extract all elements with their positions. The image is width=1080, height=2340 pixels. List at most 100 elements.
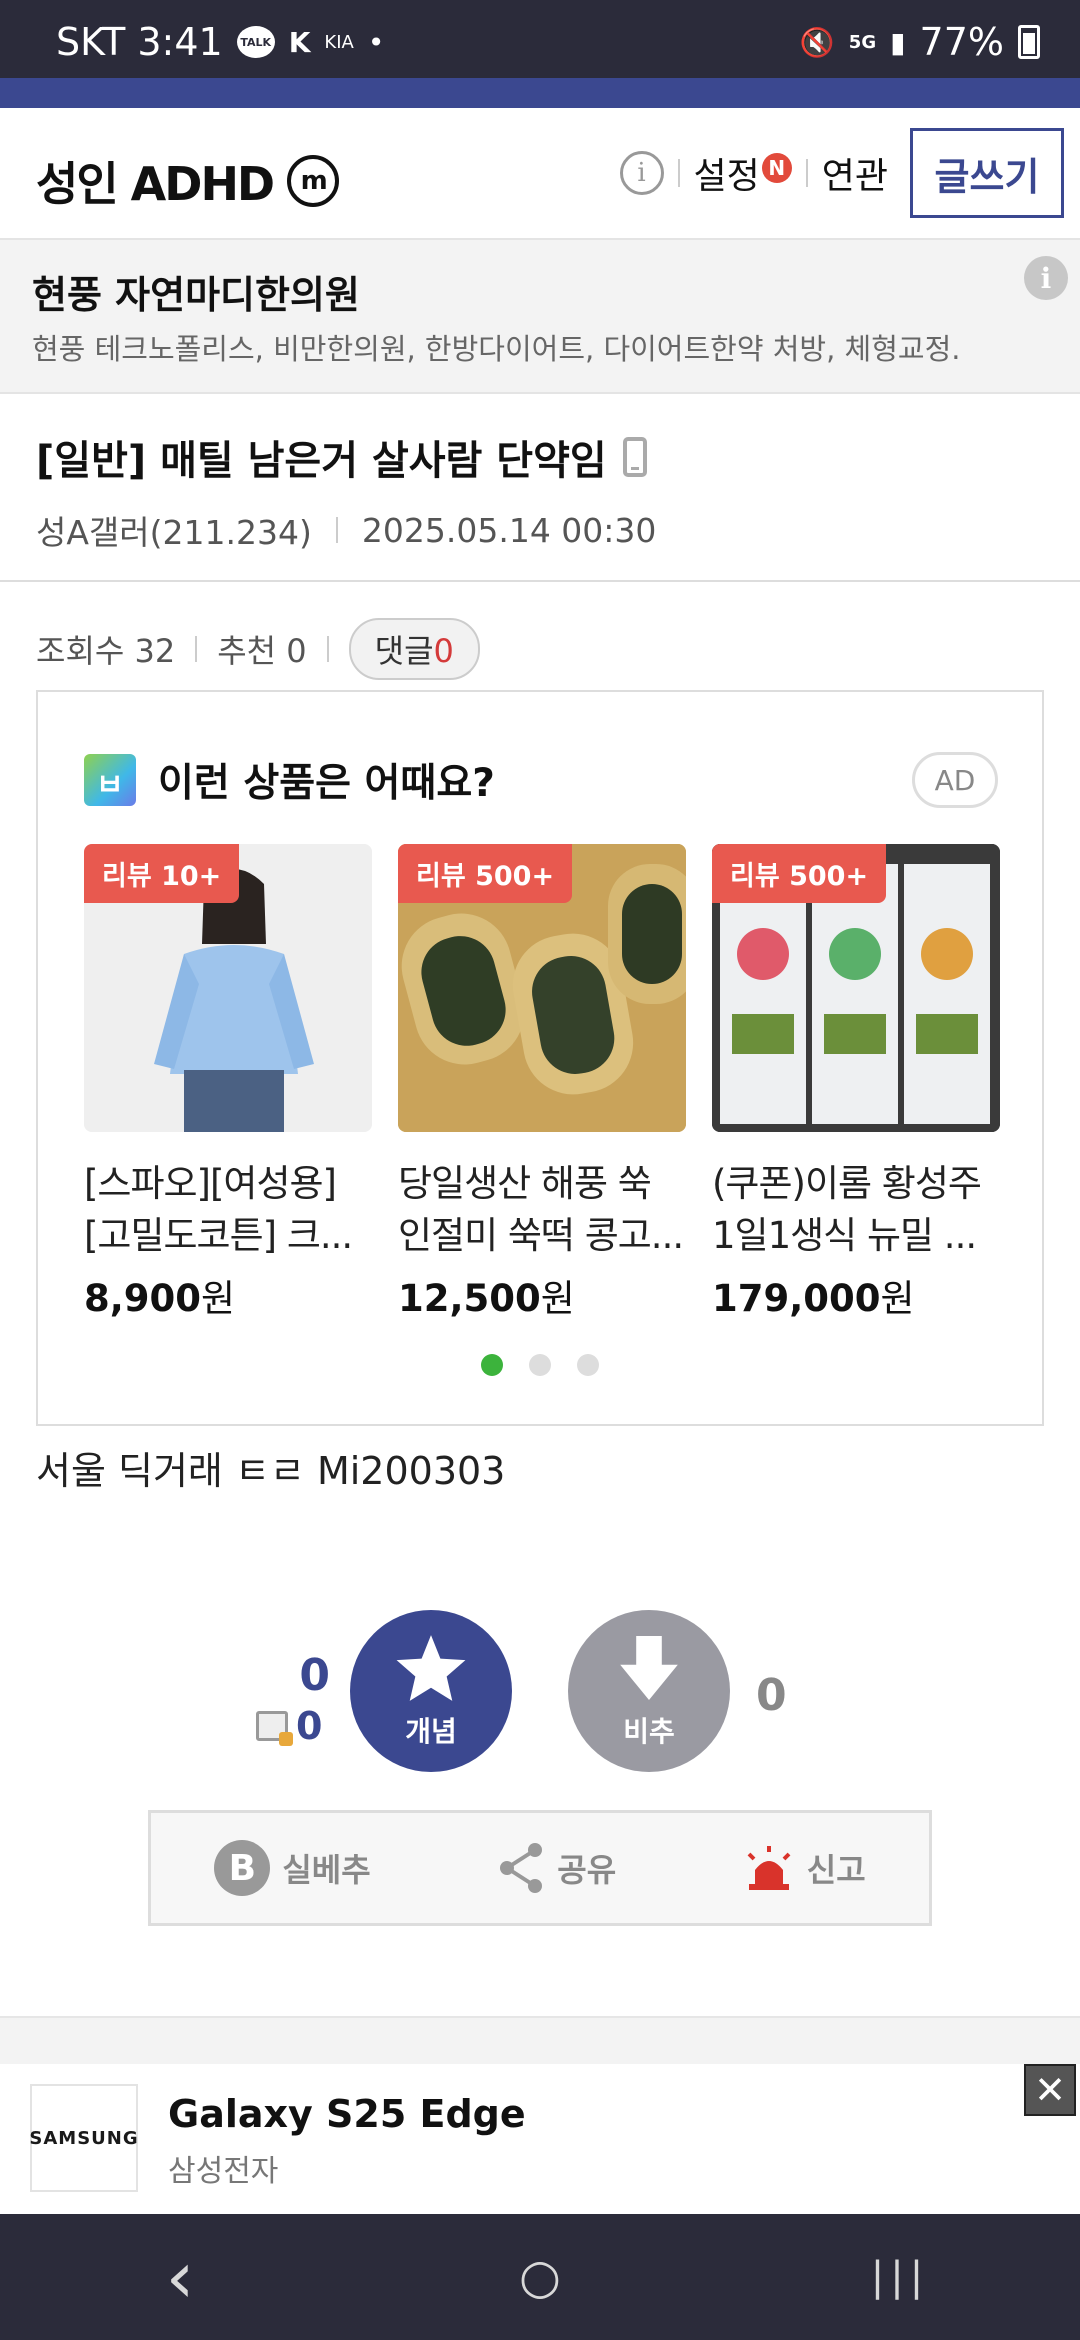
system-nav-bar: ‹ ○ ||| <box>0 2214 1080 2340</box>
report-label: 신고 <box>806 1851 866 1889</box>
price-unit: 원 <box>880 1277 915 1320</box>
review-badge: 리뷰 500+ <box>398 844 573 903</box>
post-title: [일반] 매틸 남은거 살사람 단약임 <box>36 428 647 486</box>
minor-gallery-icon: m <box>287 155 340 207</box>
separator <box>805 159 808 187</box>
close-icon[interactable]: ✕ <box>1024 2064 1076 2116</box>
product-ad-box: 이런 상품은 어때요? AD 리뷰 10+ [스파오][여성용][고밀도코튼] … <box>36 690 1044 1426</box>
text-ad-banner[interactable]: 현풍 자연마디한의원 현풍 테크노폴리스, 비만한의원, 한방다이어트, 다이어… <box>0 240 1080 394</box>
bottom-ad-banner[interactable]: SAMSUNG Galaxy S25 Edge 삼성전자 ✕ <box>0 2064 1080 2212</box>
product-image[interactable]: erom 리뷰 500+ <box>712 844 1000 1132</box>
comment-count: 0 <box>433 632 454 670</box>
best-recommend-button[interactable]: B 실베추 <box>214 1840 371 1896</box>
siren-icon <box>747 1846 791 1890</box>
network-5g-icon: 5G <box>848 31 877 53</box>
related-link[interactable]: 연관 <box>822 147 888 199</box>
price-unit: 원 <box>201 1277 236 1320</box>
settings-label: 설정 <box>693 156 760 197</box>
fixed-recommend-value: 0 <box>296 1704 323 1748</box>
downvote-button[interactable]: 비추 <box>568 1610 730 1772</box>
k-app-icon: K <box>288 25 311 59</box>
separator <box>335 517 338 543</box>
best-b-icon: B <box>214 1840 271 1896</box>
product-image[interactable]: 리뷰 10+ <box>84 844 372 1132</box>
gallery-title[interactable]: 성인 ADHD m <box>36 148 340 214</box>
product-image[interactable]: 리뷰 500+ <box>398 844 686 1132</box>
price-unit: 원 <box>540 1277 575 1320</box>
post-body: 서울 딕거래 ㅌㄹ Mi200303 <box>36 1449 506 1493</box>
home-icon[interactable]: ○ <box>480 2237 600 2317</box>
ad-banner-title: 현풍 자연마디한의원 <box>32 273 360 317</box>
product-price: 12,500원 <box>398 1268 686 1322</box>
price-value: 179,000 <box>712 1277 881 1320</box>
back-icon[interactable]: ‹ <box>120 2235 240 2319</box>
signal-icon: ▮ <box>890 25 906 59</box>
carrier-time: SKT 3:41 <box>56 20 223 64</box>
new-badge: N <box>761 153 792 183</box>
post-stats: 조회수 32 추천 0 댓글0 <box>36 618 480 680</box>
report-button[interactable]: 신고 <box>743 1844 866 1892</box>
battery-percent: 77% <box>919 20 1004 64</box>
ad-banner-description: 현풍 테크노폴리스, 비만한의원, 한방다이어트, 다이어트한약 처방, 체형교… <box>32 332 961 366</box>
view-count: 조회수 32 <box>36 632 176 670</box>
gallery-name: 성인 ADHD <box>36 157 275 211</box>
product-name[interactable]: 당일생산 해풍 쑥 인절미 쑥떡 콩고... <box>398 1158 686 1262</box>
divider <box>0 580 1080 582</box>
post-datetime: 2025.05.14 00:30 <box>361 510 657 550</box>
comment-count-button[interactable]: 댓글0 <box>348 618 480 680</box>
product-ad-title-text: 이런 상품은 어때요? <box>158 761 495 806</box>
product-price: 8,900원 <box>84 1268 372 1322</box>
recents-icon[interactable]: ||| <box>840 2237 960 2317</box>
section-divider <box>0 2016 1080 2064</box>
fixed-nick-icon <box>256 1711 293 1746</box>
post-title-text: [일반] 매틸 남은거 살사람 단약임 <box>36 438 607 484</box>
post-author[interactable]: 성A갤러(211.234) <box>36 506 312 554</box>
shopping-bag-icon <box>84 754 136 806</box>
separator <box>326 636 329 662</box>
share-button[interactable]: 공유 <box>497 1842 616 1894</box>
separator <box>677 159 680 187</box>
recommend-vote-count: 0 <box>299 1650 330 1701</box>
product-price: 179,000원 <box>712 1268 1000 1322</box>
share-label: 공유 <box>557 1851 617 1889</box>
comment-label: 댓글 <box>374 632 434 670</box>
review-badge: 리뷰 10+ <box>84 844 240 903</box>
carousel-dot[interactable] <box>529 1354 551 1376</box>
recommend-count: 추천 0 <box>217 632 307 670</box>
recommend-button[interactable]: 개념 <box>350 1610 512 1772</box>
share-icon <box>500 1843 543 1893</box>
product-ad-title: 이런 상품은 어때요? <box>84 752 495 808</box>
product-name[interactable]: [스파오][여성용][고밀도코튼] 크... <box>84 1158 372 1262</box>
product-card[interactable]: erom 리뷰 500+ (쿠폰)이롬 황성주 1일1생식 뉴밀 ... 179… <box>712 844 1000 1322</box>
downvote-label: 비추 <box>623 1715 675 1748</box>
notification-dot-icon: • <box>367 25 385 59</box>
recommend-label: 개념 <box>405 1715 457 1748</box>
bottom-ad-title: Galaxy S25 Edge <box>168 2092 526 2136</box>
top-accent-strip <box>0 78 1080 108</box>
star-icon <box>396 1635 466 1701</box>
post-action-bar: B 실베추 공유 신고 <box>148 1810 932 1926</box>
ad-info-icon[interactable]: i <box>1024 256 1068 300</box>
kia-icon: KIA <box>324 31 354 53</box>
down-arrow-icon <box>620 1636 678 1700</box>
kakaotalk-icon: TALK <box>236 26 275 58</box>
battery-icon <box>1018 25 1040 59</box>
product-name[interactable]: (쿠폰)이롬 황성주 1일1생식 뉴밀 ... <box>712 1158 1000 1262</box>
settings-link[interactable]: 설정 N <box>694 147 792 199</box>
carousel-dot[interactable] <box>577 1354 599 1376</box>
samsung-logo: SAMSUNG <box>29 2084 138 2192</box>
post-meta: 성A갤러(211.234) 2025.05.14 00:30 <box>36 506 656 554</box>
downvote-count: 0 <box>756 1670 787 1721</box>
carousel-dot[interactable] <box>481 1354 503 1376</box>
status-bar: SKT 3:41 TALK K KIA • 🔇 5G ▮ 77% <box>0 0 1080 78</box>
product-carousel[interactable]: 리뷰 10+ [스파오][여성용][고밀도코튼] 크... 8,900원 리뷰 … <box>84 844 1000 1322</box>
mute-icon: 🔇 <box>799 25 835 59</box>
review-badge: 리뷰 500+ <box>712 844 887 903</box>
product-card[interactable]: 리뷰 10+ [스파오][여성용][고밀도코튼] 크... 8,900원 <box>84 844 372 1322</box>
write-button[interactable]: 글쓰기 <box>910 128 1064 218</box>
product-card[interactable]: 리뷰 500+ 당일생산 해풍 쑥 인절미 쑥떡 콩고... 12,500원 <box>398 844 686 1322</box>
info-icon[interactable]: i <box>619 151 664 195</box>
ad-label[interactable]: AD <box>912 752 998 808</box>
fixed-recommend-count: 0 <box>256 1704 322 1748</box>
bottom-ad-subtitle: 삼성전자 <box>168 2154 279 2189</box>
